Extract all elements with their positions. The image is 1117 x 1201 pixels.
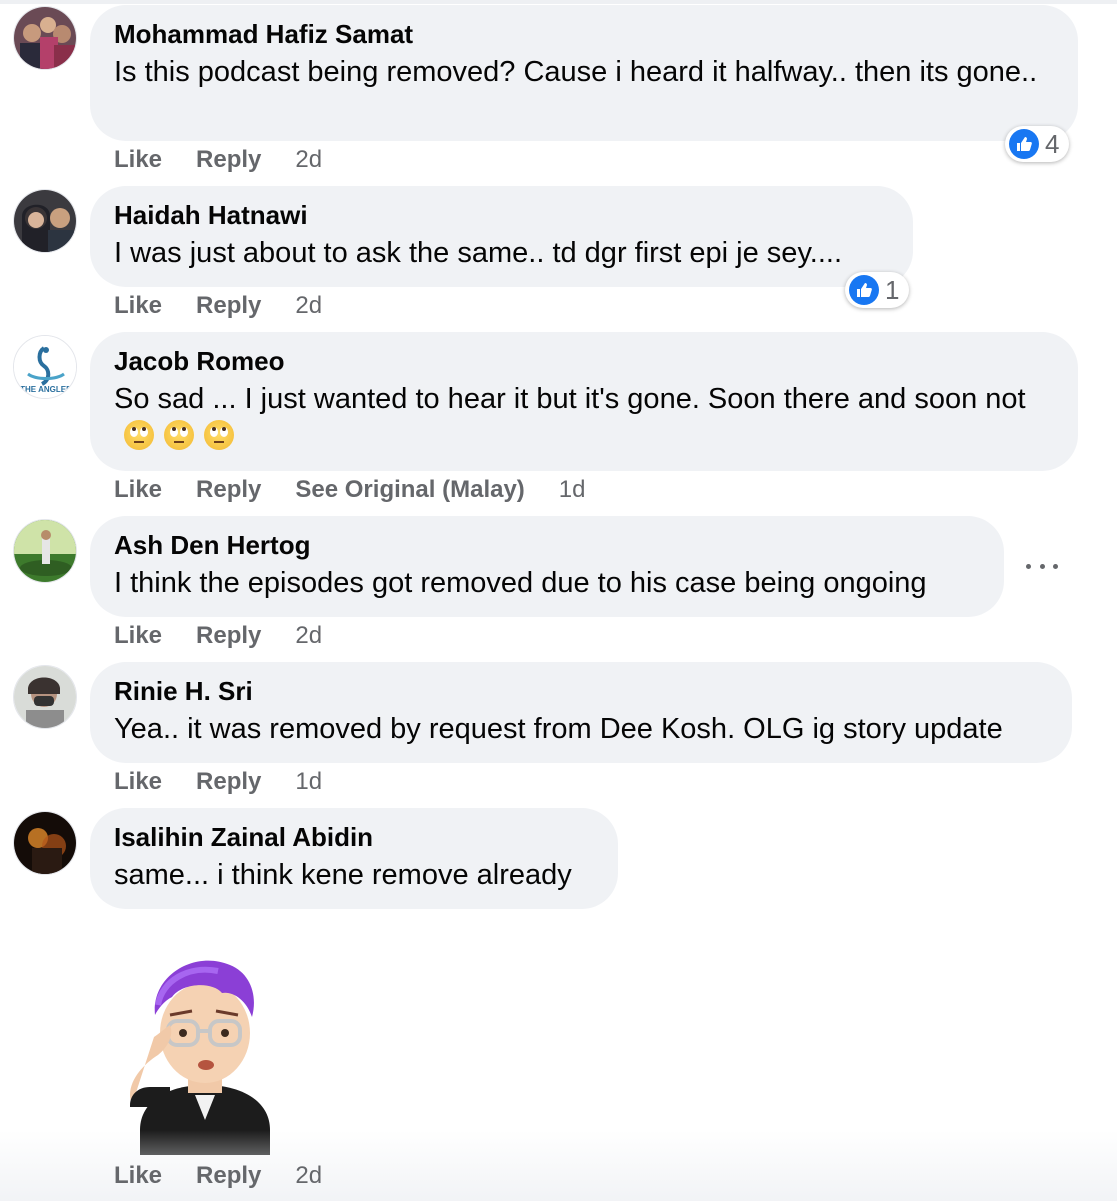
comment-actions: Like Reply 2d — [114, 146, 322, 174]
commenter-name[interactable]: Ash Den Hertog — [114, 530, 980, 560]
reply-button[interactable]: Reply — [196, 292, 261, 320]
comment-text: I think the episodes got removed due to … — [114, 567, 927, 599]
comment-bubble: Jacob Romeo So sad ... I just wanted to … — [90, 332, 1078, 471]
like-button[interactable]: Like — [114, 622, 162, 650]
comment-actions: Like Reply 2d — [114, 292, 322, 320]
comment-bubble: Isalihin Zainal Abidin same... i think k… — [90, 808, 618, 909]
like-button[interactable]: Like — [114, 292, 162, 320]
see-original-button[interactable]: See Original (Malay) — [295, 476, 524, 504]
eye-roll-emoji — [164, 420, 194, 450]
reply-button[interactable]: Reply — [196, 768, 261, 796]
timestamp[interactable]: 2d — [295, 292, 322, 320]
eye-roll-emoji — [124, 420, 154, 450]
commenter-name[interactable]: Rinie H. Sri — [114, 676, 1048, 706]
like-button[interactable]: Like — [114, 146, 162, 174]
reaction-count[interactable]: 4 — [1005, 126, 1070, 162]
more-options-icon[interactable] — [1026, 554, 1058, 578]
like-button[interactable]: Like — [114, 476, 162, 504]
comment-bubble: Mohammad Hafiz Samat Is this podcast bei… — [90, 5, 1078, 141]
timestamp[interactable]: 1d — [559, 476, 586, 504]
avatar[interactable] — [13, 6, 77, 70]
avatar[interactable] — [13, 811, 77, 875]
reaction-number: 1 — [885, 274, 900, 305]
avatar[interactable] — [13, 519, 77, 583]
like-button[interactable]: Like — [114, 768, 162, 796]
timestamp[interactable]: 2d — [295, 622, 322, 650]
comment-bubble: Ash Den Hertog I think the episodes got … — [90, 516, 1004, 617]
timestamp[interactable]: 2d — [295, 146, 322, 174]
commenter-name[interactable]: Mohammad Hafiz Samat — [114, 19, 1054, 49]
eye-roll-emoji — [204, 420, 234, 450]
reply-button[interactable]: Reply — [196, 1162, 261, 1190]
thinking-avatar-sticker[interactable] — [120, 945, 290, 1155]
reply-button[interactable]: Reply — [196, 622, 261, 650]
comment-actions: Like Reply 2d — [114, 1162, 322, 1190]
comment-text-body: So sad ... I just wanted to hear it but … — [114, 383, 1026, 415]
comment-text: Is this podcast being removed? Cause i h… — [114, 56, 1038, 88]
reply-button[interactable]: Reply — [196, 476, 261, 504]
reaction-count[interactable]: 1 — [845, 272, 910, 308]
like-button[interactable]: Like — [114, 1162, 162, 1190]
comment-bubble: Rinie H. Sri Yea.. it was removed by req… — [90, 662, 1072, 763]
avatar[interactable] — [13, 665, 77, 729]
comment-actions: Like Reply 2d — [114, 622, 322, 650]
comment-bubble: Haidah Hatnawi I was just about to ask t… — [90, 186, 913, 287]
avatar[interactable] — [13, 189, 77, 253]
commenter-name[interactable]: Isalihin Zainal Abidin — [114, 822, 594, 852]
top-divider — [0, 0, 1117, 4]
commenter-name[interactable]: Haidah Hatnawi — [114, 200, 889, 230]
comment-text: same... i think kene remove already — [114, 859, 572, 891]
avatar-logo-text: THE ANGLER — [20, 385, 72, 394]
comment-text: So sad ... I just wanted to hear it but … — [114, 380, 1044, 456]
comment-actions: Like Reply See Original (Malay) 1d — [114, 476, 586, 504]
timestamp[interactable]: 2d — [295, 1162, 322, 1190]
reply-button[interactable]: Reply — [196, 146, 261, 174]
thumbs-up-icon — [1009, 129, 1039, 159]
comment-text: Yea.. it was removed by request from Dee… — [114, 713, 1003, 745]
comment-text: I was just about to ask the same.. td dg… — [114, 237, 843, 269]
thumbs-up-icon — [849, 275, 879, 305]
commenter-name[interactable]: Jacob Romeo — [114, 346, 1054, 376]
timestamp[interactable]: 1d — [295, 768, 322, 796]
comment-actions: Like Reply 1d — [114, 768, 322, 796]
avatar[interactable]: THE ANGLER — [13, 335, 77, 399]
reaction-number: 4 — [1045, 128, 1060, 159]
